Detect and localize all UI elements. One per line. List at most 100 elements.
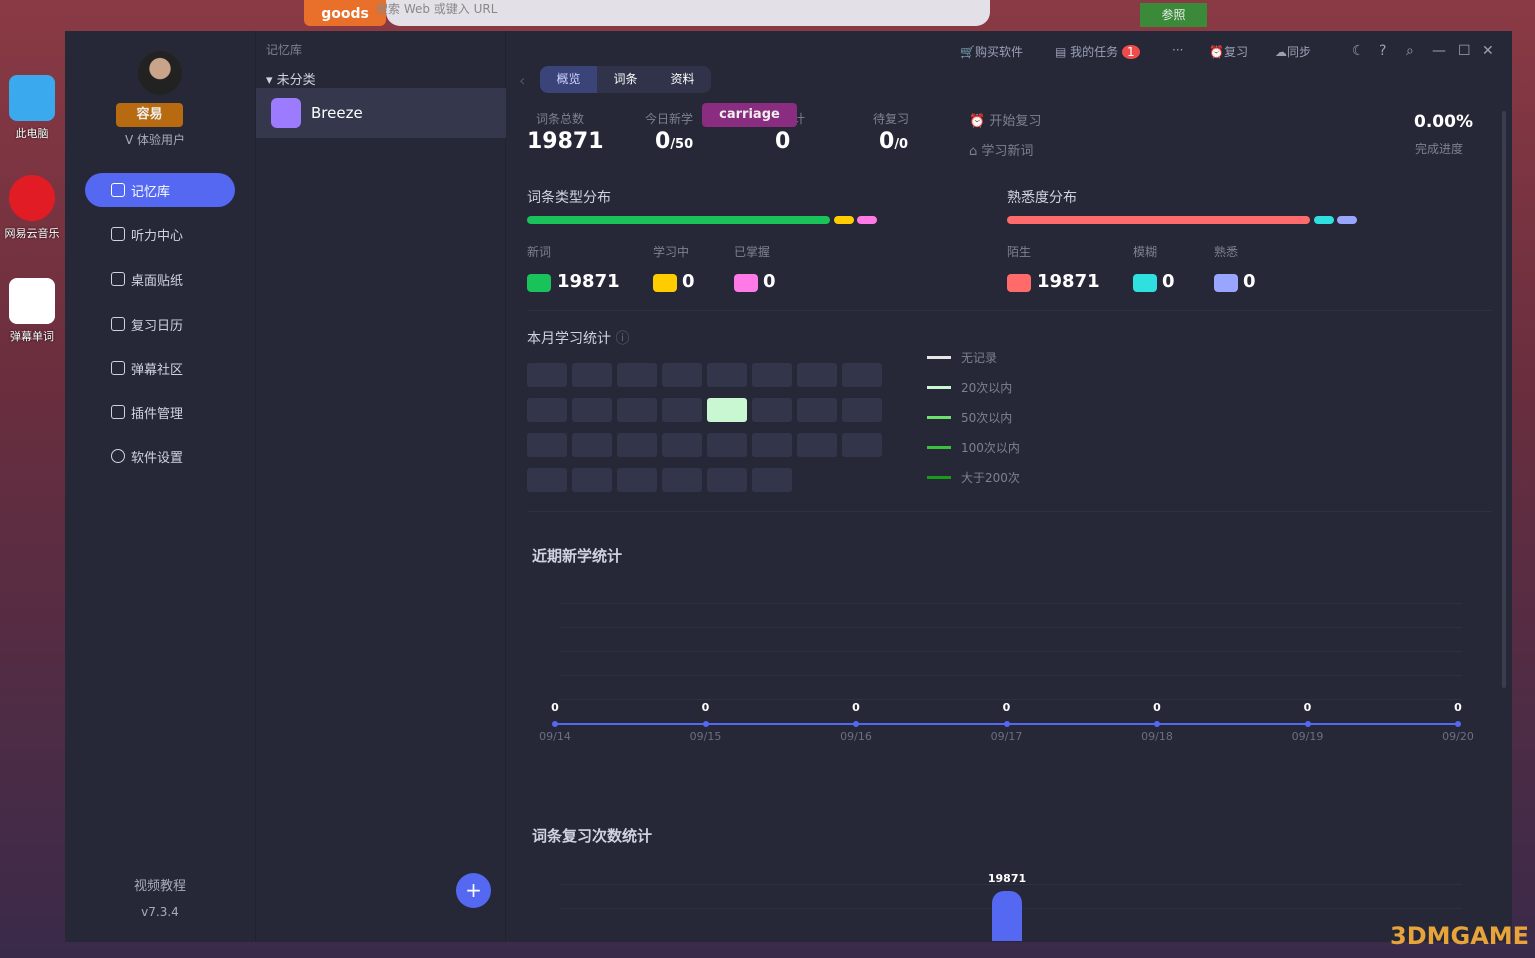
help-icon[interactable]: ⓘ bbox=[615, 331, 629, 347]
browser-tab[interactable]: goods bbox=[304, 0, 386, 26]
review-button[interactable]: ⏰复习 bbox=[1209, 43, 1248, 60]
netease-icon bbox=[9, 175, 55, 221]
calendar-day[interactable] bbox=[617, 363, 657, 387]
calendar-day[interactable] bbox=[572, 433, 612, 457]
calendar-day[interactable] bbox=[527, 363, 567, 387]
address-bar[interactable]: 搜索 Web 或键入 URL bbox=[386, 0, 990, 26]
calendar-day[interactable] bbox=[797, 433, 837, 457]
calendar-day[interactable] bbox=[842, 433, 882, 457]
gridline bbox=[559, 603, 1462, 604]
library-item[interactable]: Breeze bbox=[256, 88, 506, 138]
legend-label: 100次以内 bbox=[961, 439, 1020, 456]
calendar-day[interactable] bbox=[662, 398, 702, 422]
calendar-day[interactable] bbox=[707, 433, 747, 457]
calendar-day[interactable] bbox=[752, 433, 792, 457]
sidebar-item-stickers[interactable]: 桌面贴纸 bbox=[85, 262, 235, 296]
data-point[interactable] bbox=[1305, 721, 1311, 727]
calendar-day[interactable] bbox=[662, 468, 702, 492]
data-point[interactable] bbox=[703, 721, 709, 727]
sidebar-item-settings[interactable]: 软件设置 bbox=[85, 439, 235, 473]
ref-button[interactable]: 参照 bbox=[1140, 3, 1207, 27]
start-review-button[interactable]: ⏰ 开始复习 bbox=[969, 110, 1041, 129]
sidebar: 容易 V 体验用户 记忆库 听力中心 桌面贴纸 复习日历 弹幕社区 插件管理 软… bbox=[65, 31, 255, 942]
desktop-icon-music[interactable]: 网易云音乐 bbox=[0, 175, 64, 241]
group-toggle[interactable]: ▾ 未分类 bbox=[266, 69, 316, 88]
calendar-day[interactable] bbox=[797, 398, 837, 422]
calendar-day[interactable] bbox=[527, 468, 567, 492]
data-point[interactable] bbox=[552, 721, 558, 727]
label: 软件设置 bbox=[131, 447, 183, 466]
tab-materials[interactable]: 资料 bbox=[654, 66, 711, 93]
calendar-day[interactable] bbox=[707, 398, 747, 422]
calendar-day[interactable] bbox=[572, 363, 612, 387]
x-tick-label: 09/19 bbox=[1283, 730, 1333, 743]
more-button[interactable]: ··· bbox=[1172, 43, 1183, 57]
legend-item: 大于200次 bbox=[927, 469, 1020, 486]
data-point[interactable] bbox=[1154, 721, 1160, 727]
legend-swatch bbox=[927, 476, 951, 479]
scrollbar[interactable] bbox=[1502, 111, 1506, 688]
minimize-icon[interactable]: — bbox=[1432, 43, 1446, 59]
tutorial-link[interactable]: 视频教程 bbox=[65, 875, 255, 894]
item-label: Breeze bbox=[311, 104, 363, 122]
calendar-day[interactable] bbox=[527, 398, 567, 422]
desktop-icon-danmu[interactable]: 弹幕单词 bbox=[0, 278, 64, 344]
help-icon[interactable]: ? bbox=[1379, 43, 1386, 59]
close-icon[interactable]: ✕ bbox=[1482, 43, 1494, 59]
calendar-day[interactable] bbox=[662, 433, 702, 457]
legend-item: 20次以内 bbox=[927, 379, 1012, 396]
gridline bbox=[559, 675, 1462, 676]
calendar-day[interactable] bbox=[842, 398, 882, 422]
total-label: 词条总数 bbox=[536, 110, 584, 127]
data-point[interactable] bbox=[1004, 721, 1010, 727]
tasks-button[interactable]: ▤ 我的任务 1 bbox=[1055, 43, 1140, 60]
sidebar-item-calendar[interactable]: 复习日历 bbox=[85, 307, 235, 341]
calendar-day[interactable] bbox=[572, 468, 612, 492]
bar-new bbox=[527, 216, 830, 224]
add-button[interactable]: + bbox=[456, 873, 491, 908]
calendar-day[interactable] bbox=[752, 468, 792, 492]
sync-button[interactable]: ☁同步 bbox=[1275, 43, 1311, 60]
bar-vague bbox=[1314, 216, 1334, 224]
username-badge: 容易 bbox=[116, 103, 183, 127]
data-label: 0 bbox=[987, 701, 1027, 714]
fam-dist-title: 熟悉度分布 bbox=[1007, 187, 1077, 207]
version: v7.3.4 bbox=[65, 905, 255, 919]
avatar[interactable] bbox=[138, 51, 182, 95]
sidebar-item-listening[interactable]: 听力中心 bbox=[85, 217, 235, 251]
calendar-day[interactable] bbox=[572, 398, 612, 422]
theme-icon[interactable]: ☾ bbox=[1352, 43, 1365, 59]
alarm-icon: ⏰ bbox=[969, 114, 989, 129]
tab-overview[interactable]: 概览 bbox=[540, 66, 597, 93]
calendar-day[interactable] bbox=[752, 363, 792, 387]
cube-icon bbox=[111, 405, 125, 419]
user-type: V 体验用户 bbox=[125, 131, 185, 148]
calendar-day[interactable] bbox=[797, 363, 837, 387]
data-label: 0 bbox=[836, 701, 876, 714]
data-point[interactable] bbox=[1455, 721, 1461, 727]
calendar-day[interactable] bbox=[707, 468, 747, 492]
data-label: 0 bbox=[1288, 701, 1328, 714]
desktop-icon-pc[interactable]: 此电脑 bbox=[0, 75, 64, 141]
search-icon[interactable]: ⌕ bbox=[1406, 43, 1414, 59]
calendar-day[interactable] bbox=[617, 398, 657, 422]
tab-entries[interactable]: 词条 bbox=[597, 66, 654, 93]
calendar-day[interactable] bbox=[842, 363, 882, 387]
calendar-day[interactable] bbox=[707, 363, 747, 387]
calendar-day[interactable] bbox=[617, 433, 657, 457]
bar[interactable] bbox=[992, 891, 1022, 941]
calendar-day[interactable] bbox=[527, 433, 567, 457]
maximize-icon[interactable]: ☐ bbox=[1458, 43, 1471, 59]
divider bbox=[527, 511, 1492, 512]
calendar-day[interactable] bbox=[617, 468, 657, 492]
learn-new-button[interactable]: ⌂ 学习新词 bbox=[969, 140, 1033, 159]
sidebar-item-library[interactable]: 记忆库 bbox=[85, 173, 235, 207]
data-point[interactable] bbox=[853, 721, 859, 727]
calendar-day[interactable] bbox=[662, 363, 702, 387]
calendar-day[interactable] bbox=[752, 398, 792, 422]
buy-button[interactable]: 🛒购买软件 bbox=[960, 43, 1023, 60]
sidebar-item-plugins[interactable]: 插件管理 bbox=[85, 395, 235, 429]
sidebar-item-community[interactable]: 弹幕社区 bbox=[85, 351, 235, 385]
user-type-label: 体验用户 bbox=[137, 133, 185, 147]
back-icon[interactable]: ‹ bbox=[519, 71, 525, 90]
